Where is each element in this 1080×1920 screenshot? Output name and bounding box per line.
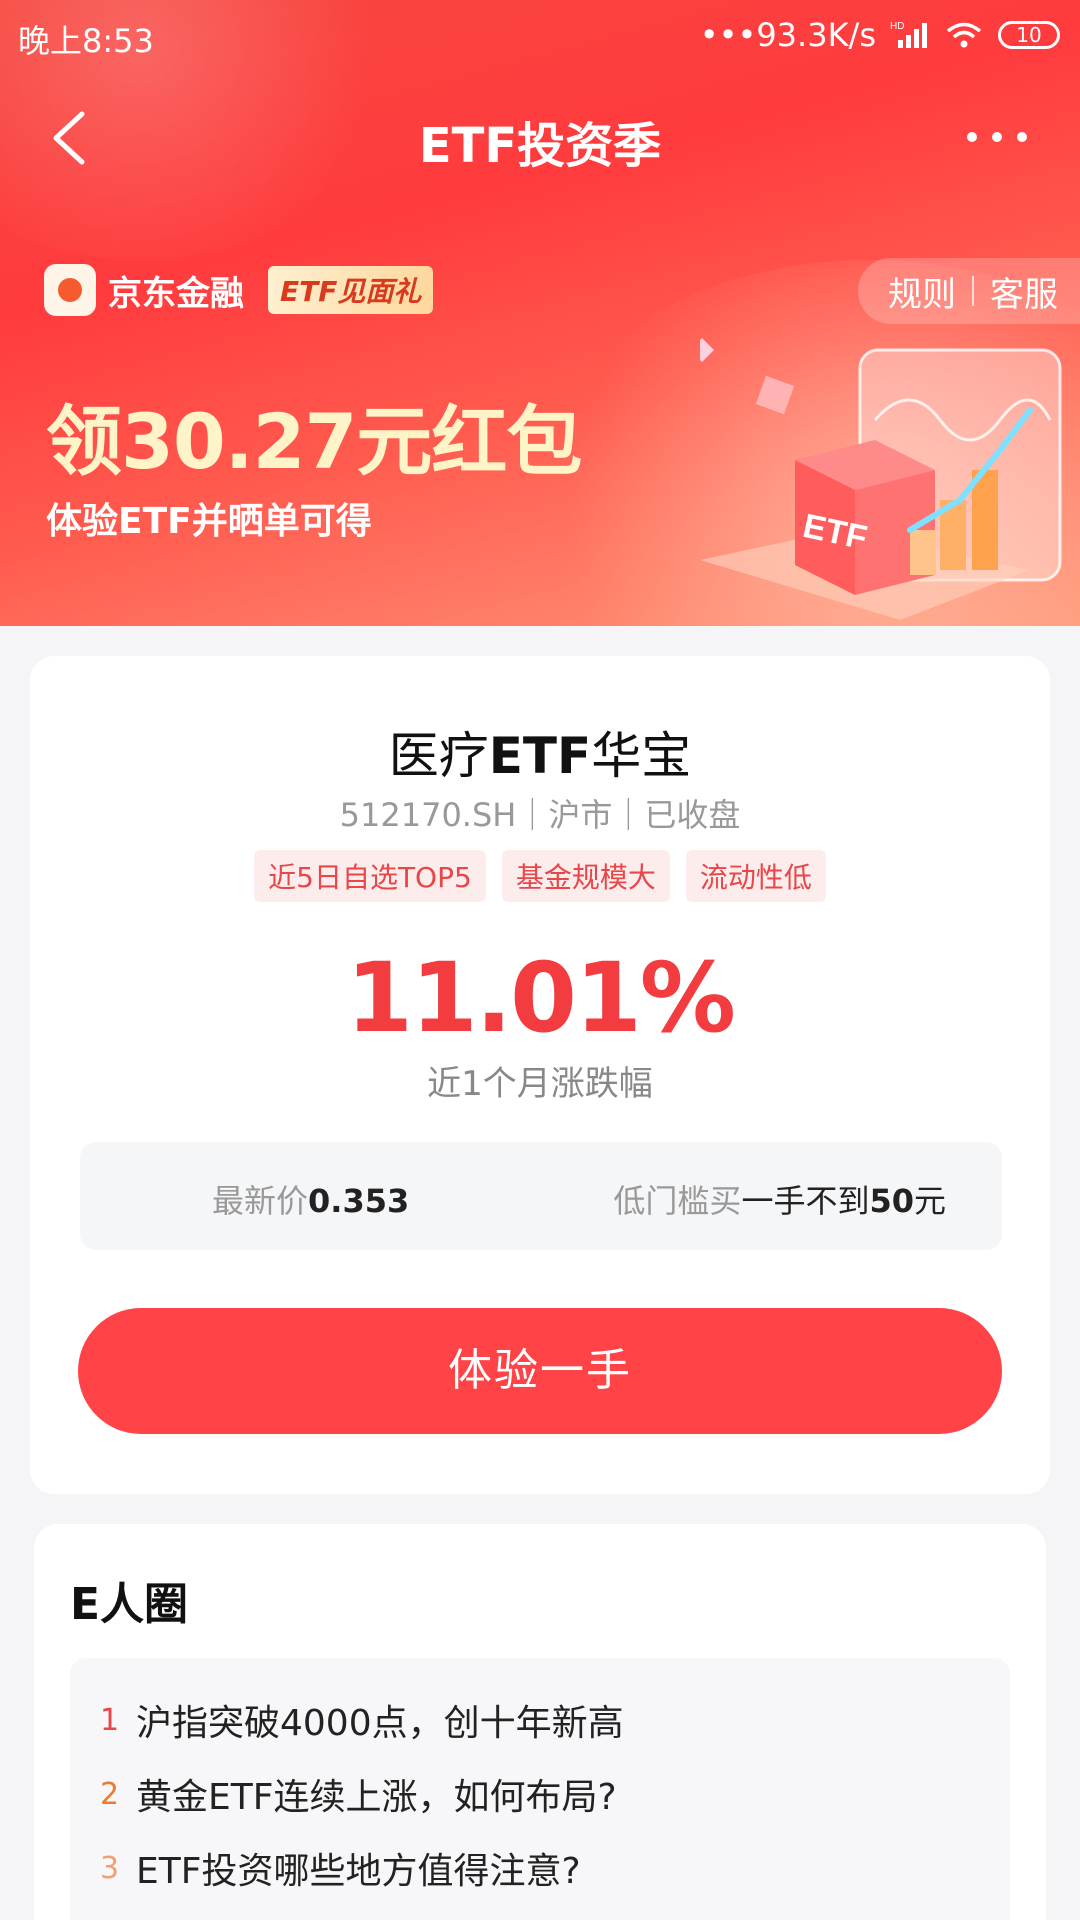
banner-headline: 领30.27元红包: [46, 397, 582, 486]
topic-text: ETF投资哪些地方值得注意?: [136, 1851, 581, 1892]
fund-name: 医疗ETF华宝: [388, 727, 692, 785]
rules-service-pill: 规则 客服: [858, 258, 1080, 324]
promo-banner: 晚上8:53 •••93.3K/s HD 10 ETF投资季 京东金融 ETF见…: [0, 0, 1080, 626]
e-people-card: E人圈 1 沪指突破4000点，创十年新高 2 黄金ETF连续上涨，如何布局? …: [34, 1524, 1046, 1920]
topic-list: 1 沪指突破4000点，创十年新高 2 黄金ETF连续上涨，如何布局? 3 ET…: [70, 1658, 1010, 1920]
banner-subline: 体验ETF并晒单可得: [46, 501, 372, 542]
more-dots-icon[interactable]: [962, 112, 1032, 162]
battery-icon: 10: [998, 21, 1060, 49]
topic-rank: 2: [100, 1776, 120, 1812]
fund-tag: 基金规模大: [501, 850, 670, 902]
topic-rank: 1: [100, 1702, 120, 1738]
fund-tag: 近5日自选TOP5: [254, 850, 486, 902]
status-bar: 晚上8:53 •••93.3K/s HD 10: [0, 0, 1080, 72]
svg-text:HD: HD: [890, 21, 904, 32]
service-link[interactable]: 客服: [990, 267, 1058, 316]
change-percentage: 11.01%: [346, 942, 736, 1054]
page-title: ETF投资季: [418, 118, 662, 174]
fund-tags: 近5日自选TOP5 基金规模大 流动性低: [30, 850, 1050, 902]
status-time: 晚上8:53: [18, 22, 154, 60]
signal-icon: HD: [890, 21, 927, 48]
topic-item[interactable]: 1 沪指突破4000点，创十年新高: [100, 1694, 624, 1746]
section-title: E人圈: [70, 1579, 189, 1630]
topic-item[interactable]: 3 ETF投资哪些地方值得注意?: [100, 1842, 581, 1894]
change-label: 近1个月涨跌幅: [427, 1064, 653, 1104]
brand-row: 京东金融 ETF见面礼: [44, 264, 434, 316]
product-card: 医疗ETF华宝 512170.SH｜沪市｜已收盘 近5日自选TOP5 基金规模大…: [30, 656, 1050, 1494]
price-info-box: 最新价0.353 低门槛买一手不到50元: [80, 1142, 1002, 1250]
threshold-info: 低门槛买一手不到50元: [613, 1182, 946, 1220]
rules-link[interactable]: 规则: [888, 267, 956, 316]
latest-price: 最新价0.353: [212, 1182, 410, 1220]
network-speed: •••93.3K/s: [699, 16, 876, 54]
status-right: •••93.3K/s HD 10: [700, 16, 1060, 54]
brand-tag: ETF见面礼: [268, 266, 434, 314]
try-one-lot-button[interactable]: 体验一手: [78, 1308, 1002, 1434]
topic-item[interactable]: 2 黄金ETF连续上涨，如何布局?: [100, 1768, 617, 1820]
brand-name: 京东金融: [108, 273, 244, 314]
divider: [972, 276, 974, 306]
fund-code-line: 512170.SH｜沪市｜已收盘: [339, 796, 741, 834]
nav-bar: ETF投资季: [0, 90, 1080, 190]
fund-tag: 流动性低: [685, 850, 826, 902]
jd-finance-logo: [44, 264, 96, 316]
topic-text: 黄金ETF连续上涨，如何布局?: [136, 1777, 617, 1818]
etf-cube-illustration: ETF: [700, 338, 1062, 620]
topic-text: 沪指突破4000点，创十年新高: [136, 1703, 624, 1744]
topic-rank: 3: [100, 1850, 120, 1886]
wifi-icon: [946, 22, 982, 48]
